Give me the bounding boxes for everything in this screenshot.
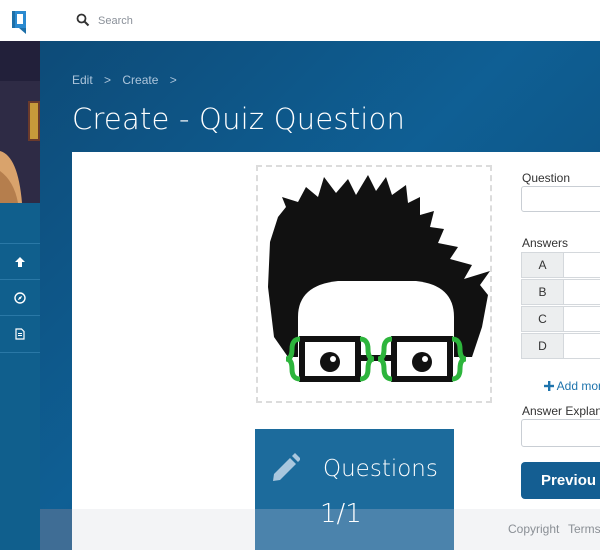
rail-upload-button[interactable] [0,243,40,280]
search-input[interactable] [98,11,398,31]
add-more-answers-link[interactable]: Add mor [544,379,600,393]
answer-input-a[interactable] [564,252,600,278]
answers-label: Answers [522,236,569,250]
question-image-dropzone[interactable] [256,165,492,403]
rail-document-button[interactable] [0,315,40,353]
answer-letter: D [521,333,564,359]
question-label: Question [522,171,571,185]
answer-letter: C [521,306,564,332]
answer-explanation-input[interactable] [521,419,600,447]
document-icon [15,328,25,340]
previous-button[interactable]: Previou [521,462,600,499]
breadcrumb: Edit > Create > [72,73,185,87]
answer-row-a: A [521,252,600,278]
answer-row-b: B [521,279,600,305]
questions-label: Questions [323,456,438,482]
breadcrumb-separator: > [169,73,177,87]
profile-photo[interactable] [0,41,40,203]
footer-terms-link[interactable]: Terms [568,522,600,536]
footer-copyright-link[interactable]: Copyright [508,522,559,536]
pencil-icon [273,453,300,481]
previous-button-label: Previou [541,472,597,489]
answer-row-c: C [521,306,600,332]
compass-icon [14,292,26,304]
breadcrumb-separator: > [104,73,112,87]
add-more-label: Add mor [556,379,600,393]
answer-input-b[interactable] [564,279,600,305]
logo-icon[interactable] [10,8,30,34]
question-input[interactable] [521,186,600,212]
answer-input-d[interactable] [564,333,600,359]
top-bar [0,0,600,42]
plus-icon [544,381,554,391]
answer-input-c[interactable] [564,306,600,332]
breadcrumb-edit[interactable]: Edit [72,73,93,87]
questions-count: 1/1 [320,499,362,529]
arrow-up-icon [15,257,25,267]
left-rail [0,41,40,550]
breadcrumb-create[interactable]: Create [122,73,158,87]
page-title: Create - Quiz Question [72,102,406,136]
avatar-image [268,175,490,401]
search-icon[interactable] [76,13,90,27]
answer-letter: A [521,252,564,278]
answer-letter: B [521,279,564,305]
answer-row-d: D [521,333,600,359]
rail-explore-button[interactable] [0,279,40,316]
answer-explanation-label: Answer Explana [522,404,600,418]
